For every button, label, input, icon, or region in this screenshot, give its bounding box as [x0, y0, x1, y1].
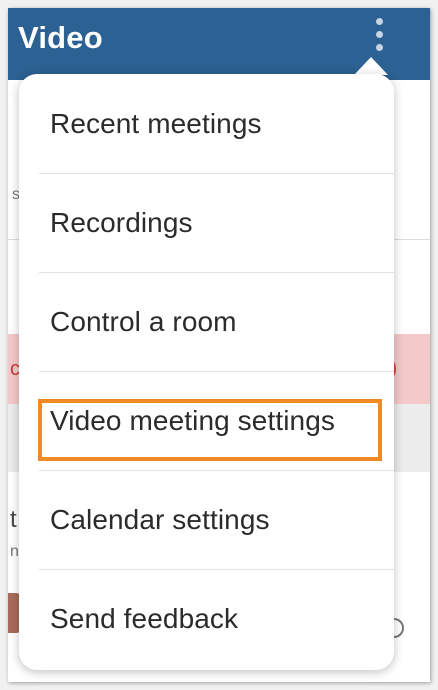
menu-item-calendar-settings[interactable]: Calendar settings: [19, 470, 394, 569]
menu-item-control-a-room[interactable]: Control a room: [19, 272, 394, 371]
menu-item-recordings[interactable]: Recordings: [19, 173, 394, 272]
screenshot-frame: Video s c t n Recent meetings Recordings…: [0, 0, 438, 690]
menu-caret: [354, 57, 388, 75]
more-vert-icon[interactable]: [368, 16, 392, 56]
highlight-annotation: [38, 399, 382, 461]
overflow-menu: Recent meetings Recordings Control a roo…: [19, 74, 394, 670]
app-title: Video: [18, 20, 103, 55]
menu-item-recent-meetings[interactable]: Recent meetings: [19, 74, 394, 173]
app-screen: Video s c t n Recent meetings Recordings…: [8, 8, 430, 682]
background-text-fragment: n: [10, 543, 19, 560]
background-text-fragment: t: [10, 506, 17, 533]
menu-item-send-feedback[interactable]: Send feedback: [19, 569, 394, 668]
